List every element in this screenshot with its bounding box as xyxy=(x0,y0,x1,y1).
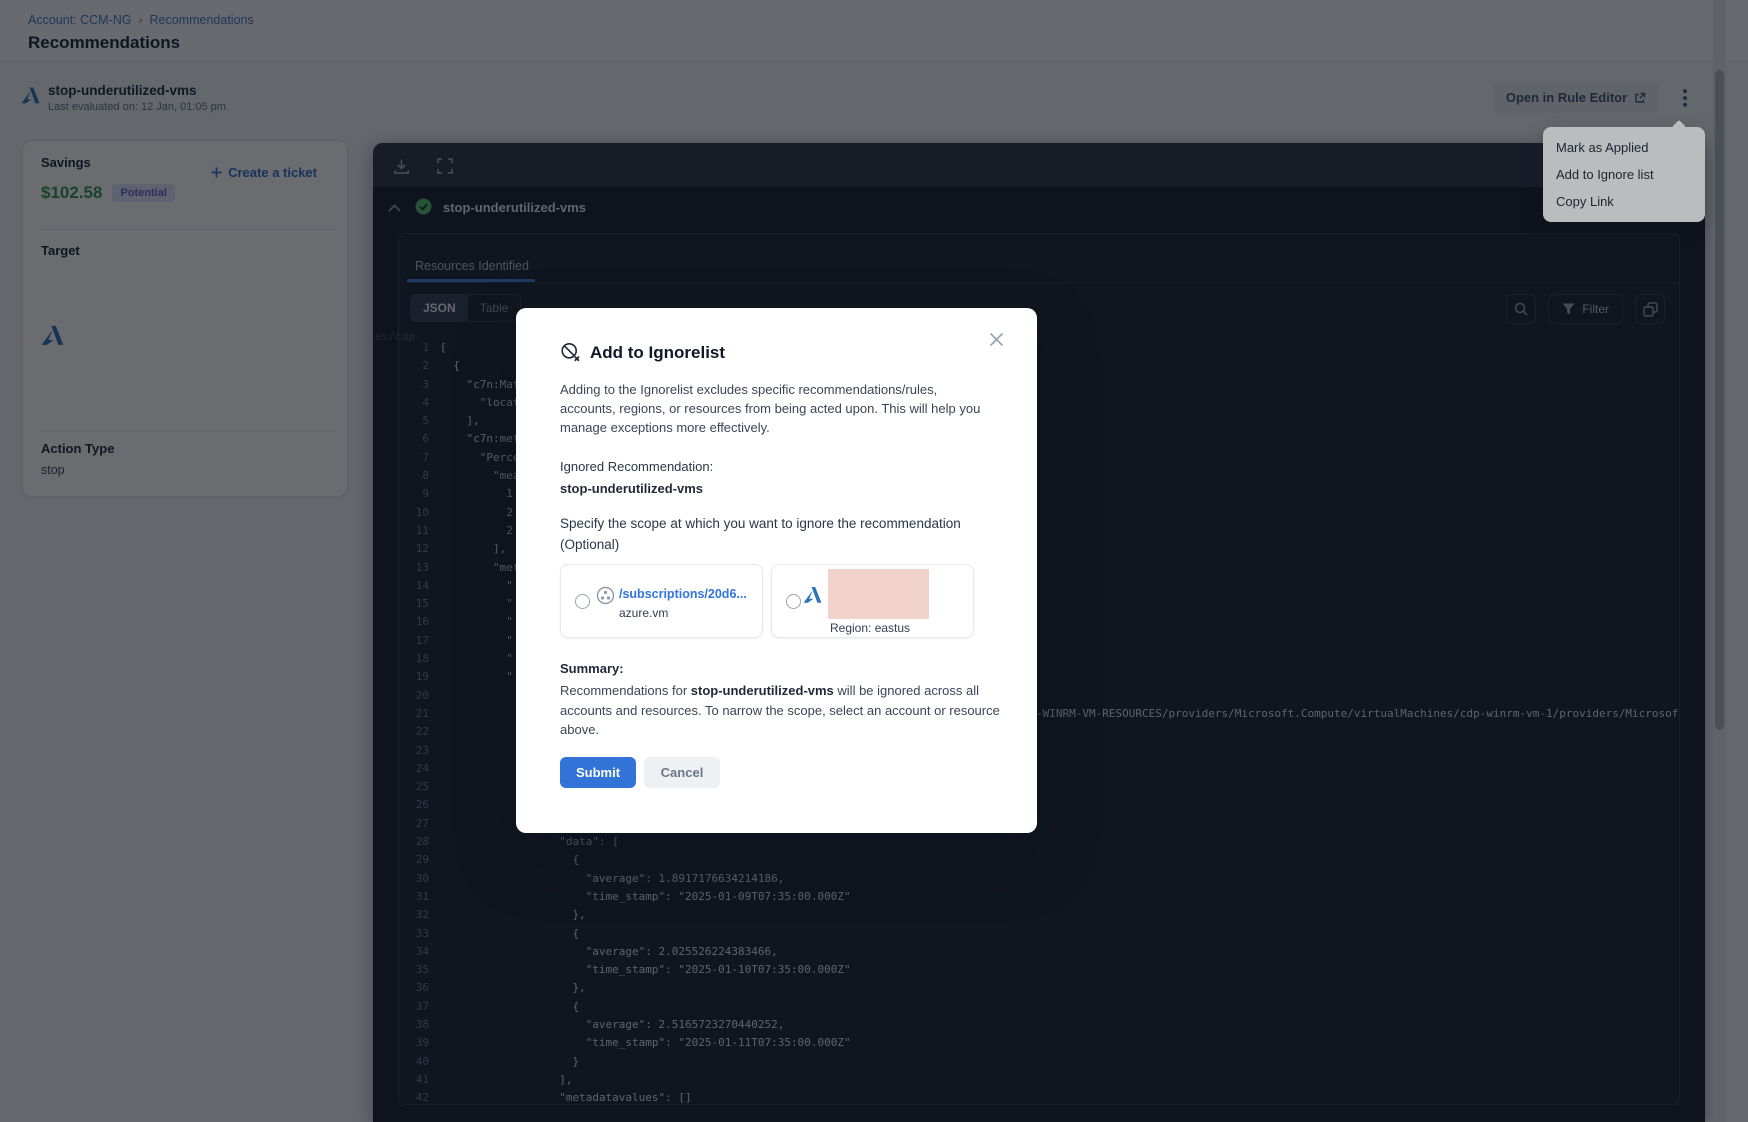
ignored-recommendation-label: Ignored Recommendation: xyxy=(560,459,993,474)
modal-title: Add to Ignorelist xyxy=(590,343,725,363)
subscription-icon xyxy=(596,586,615,605)
azure-icon xyxy=(803,586,822,604)
cancel-button[interactable]: Cancel xyxy=(644,757,720,788)
scope-option-resource[interactable]: Region: eastus xyxy=(771,564,974,638)
add-to-ignorelist-modal: Add to Ignorelist Adding to the Ignoreli… xyxy=(516,308,1037,833)
redacted-resource-name xyxy=(828,569,929,619)
ignore-icon xyxy=(560,342,581,363)
resource-radio[interactable] xyxy=(786,594,801,609)
account-radio[interactable] xyxy=(575,594,590,609)
ignored-recommendation-value: stop-underutilized-vms xyxy=(560,481,993,496)
modal-description: Adding to the Ignorelist excludes specif… xyxy=(560,380,996,437)
resource-region: Region: eastus xyxy=(830,621,910,635)
modal-close-button[interactable] xyxy=(989,328,1011,350)
close-icon xyxy=(989,332,1004,347)
scope-option-account[interactable]: /subscriptions/20d6... azure.vm xyxy=(560,564,763,638)
subscription-name: azure.vm xyxy=(619,606,668,620)
scope-instruction: Specify the scope at which you want to i… xyxy=(560,513,1002,555)
submit-button[interactable]: Submit xyxy=(560,757,636,788)
summary-rule-name: stop-underutilized-vms xyxy=(691,683,834,698)
summary-label: Summary: xyxy=(560,661,993,676)
subscription-link[interactable]: /subscriptions/20d6... xyxy=(619,587,747,601)
summary-text: Recommendations for stop-underutilized-v… xyxy=(560,681,1002,740)
